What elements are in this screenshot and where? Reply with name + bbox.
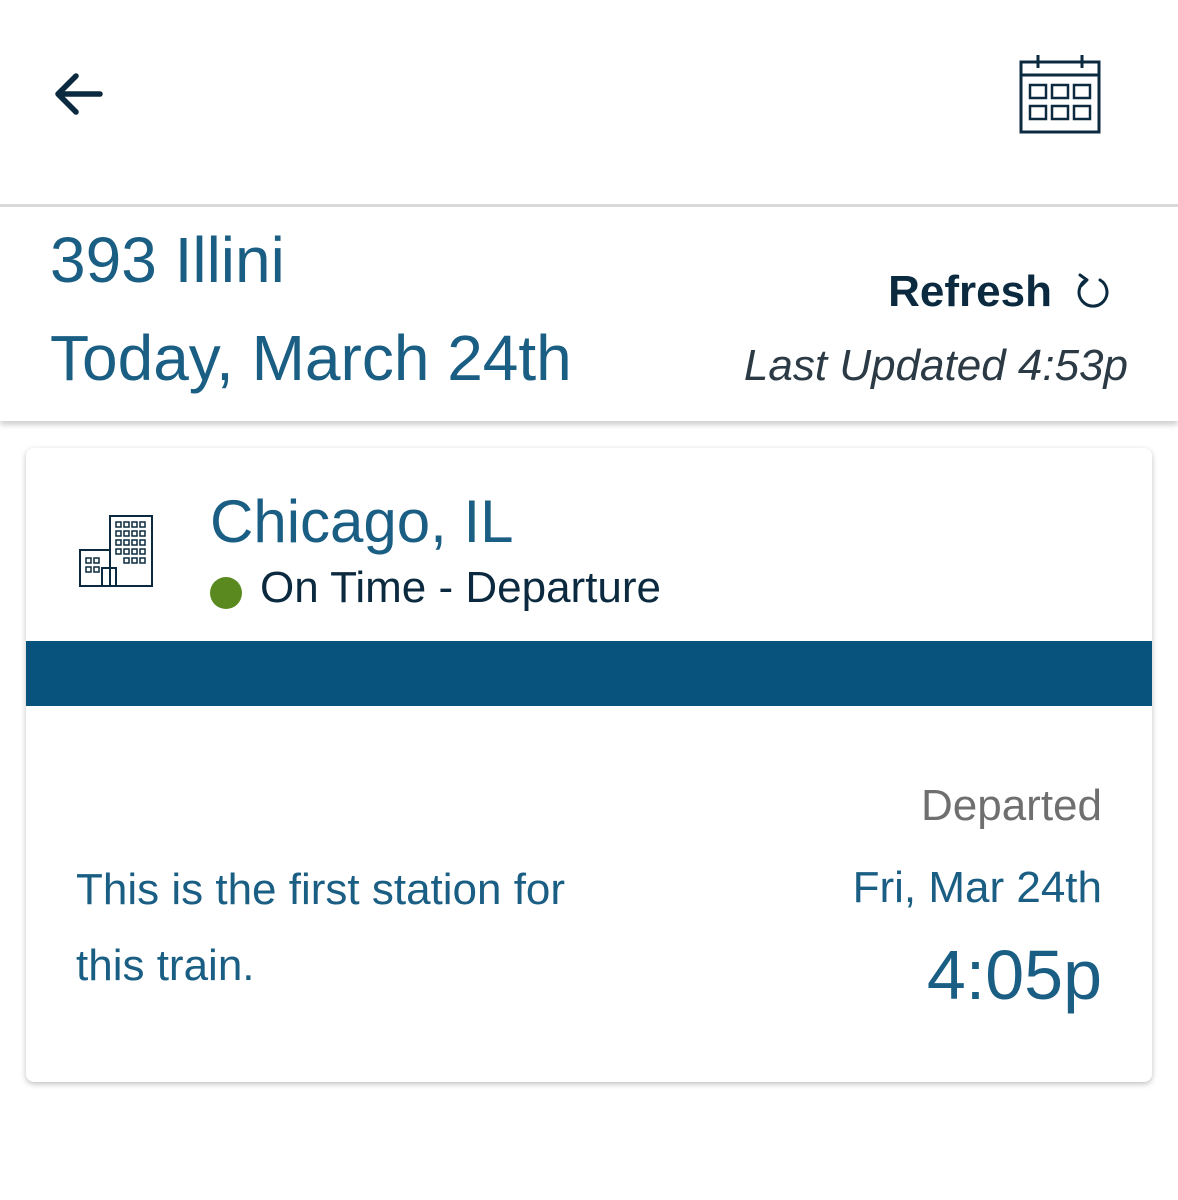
last-updated-text: Last Updated 4:53p — [743, 341, 1128, 390]
refresh-button[interactable]: Refresh — [888, 270, 1112, 314]
departed-date: Fri, Mar 24th — [852, 863, 1102, 912]
station-name: Chicago, IL — [210, 488, 514, 555]
calendar-icon — [1019, 55, 1101, 134]
refresh-icon — [1077, 273, 1109, 308]
app-screen: 393 Illini Today, March 24th Refresh Las… — [0, 0, 1178, 1200]
status-bar — [26, 641, 1152, 706]
departed-time: 4:05p — [926, 936, 1102, 1014]
first-station-note: This is the first station for this train… — [76, 865, 566, 990]
arrow-left-icon — [55, 73, 103, 115]
train-name: 393 Illini — [50, 224, 285, 296]
refresh-label: Refresh — [888, 267, 1052, 316]
departed-label: Departed — [920, 781, 1102, 830]
station-card[interactable]: Chicago, IL On Time - Departure This is … — [26, 448, 1152, 1082]
train-date: Today, March 24th — [50, 322, 572, 394]
status-text: On Time - Departure — [260, 563, 662, 612]
status-row: On Time - Departure — [210, 566, 661, 610]
back-button[interactable] — [44, 60, 112, 128]
top-app-bar — [0, 0, 1178, 207]
status-dot-icon — [210, 577, 242, 609]
building-icon — [79, 515, 153, 587]
calendar-button[interactable] — [1010, 48, 1110, 140]
